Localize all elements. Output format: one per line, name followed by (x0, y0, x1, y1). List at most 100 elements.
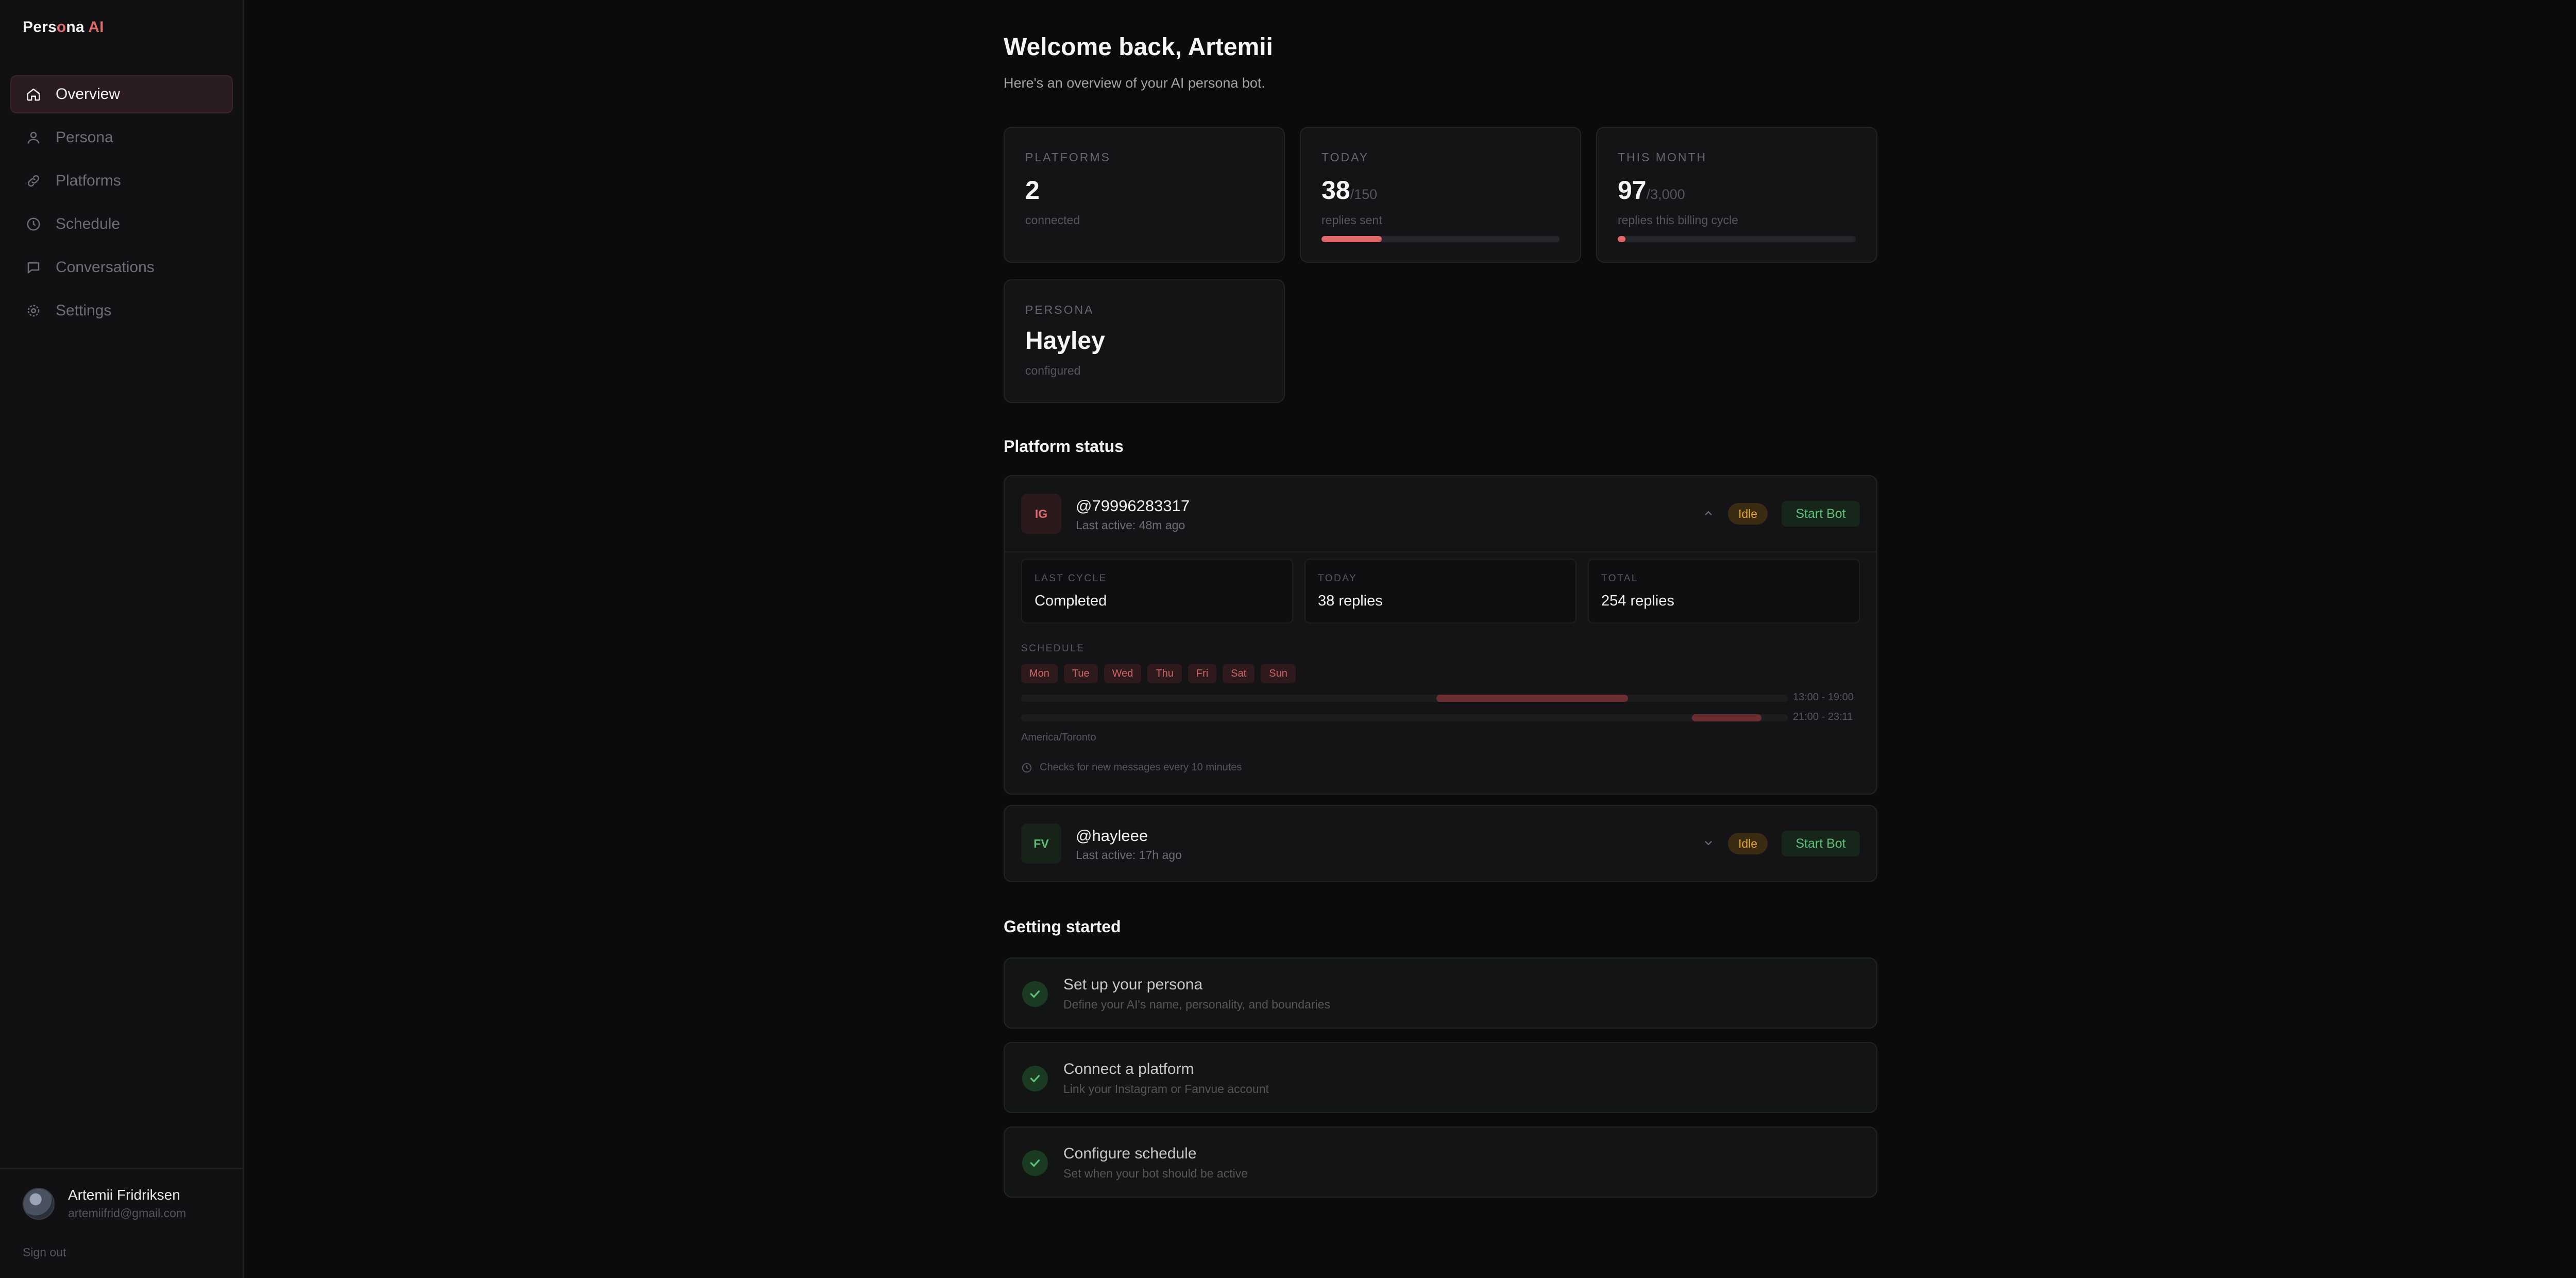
task-title: Configure schedule (1063, 1145, 1197, 1162)
platform-handle: @hayleee (1076, 827, 1148, 845)
platform-header[interactable]: IG @79996283317 Last active: 48m ago Idl… (1005, 476, 1876, 551)
check-icon (1022, 1066, 1048, 1091)
user-name: Artemii Fridriksen (68, 1187, 180, 1203)
page-title: Welcome back, Artemii (1004, 33, 1273, 61)
sidebar-item-schedule[interactable]: Schedule (10, 205, 233, 243)
user-profile: Artemii Fridriksen artemiifrid@gmail.com… (0, 1168, 243, 1278)
schedule-track (1021, 714, 1788, 721)
start-bot-button[interactable]: Start Bot (1782, 831, 1860, 856)
platform-handle: @79996283317 (1076, 497, 1190, 515)
day-chip-sun: Sun (1261, 664, 1296, 683)
sidebar-item-label: Conversations (56, 259, 155, 276)
metric-value: Completed (1035, 593, 1107, 609)
stat-label: PERSONA (1025, 303, 1094, 316)
stat-caption: replies this billing cycle (1618, 213, 1738, 227)
stat-caption: configured (1025, 364, 1081, 377)
sidebar-item-settings[interactable]: Settings (10, 292, 233, 330)
stat-label: THIS MONTH (1618, 150, 1707, 164)
stat-caption: replies sent (1321, 213, 1382, 227)
check-interval-note: Checks for new messages every 10 minutes (1021, 762, 1242, 773)
today-progress-bar (1321, 236, 1560, 242)
home-icon (25, 86, 42, 103)
getting-started-title: Getting started (1004, 917, 1121, 936)
metric-label: LAST CYCLE (1035, 573, 1107, 584)
status-badge: Idle (1728, 833, 1768, 854)
schedule-label: SCHEDULE (1021, 643, 1085, 654)
schedule-days: Mon Tue Wed Thu Fri Sat Sun (1021, 664, 1302, 683)
sidebar-nav: Overview Persona Platforms Schedule Conv… (10, 75, 233, 335)
sign-out-link[interactable]: Sign out (23, 1246, 66, 1259)
task-description: Set when your bot should be active (1063, 1167, 1248, 1180)
user-icon (25, 129, 42, 146)
stat-value: 2 (1025, 176, 1040, 205)
sidebar-item-overview[interactable]: Overview (10, 75, 233, 113)
metric-value: 254 replies (1601, 593, 1674, 609)
month-progress-bar (1618, 236, 1856, 242)
day-chip-wed: Wed (1104, 664, 1142, 683)
sidebar-item-label: Schedule (56, 215, 121, 232)
user-email: artemiifrid@gmail.com (68, 1206, 187, 1220)
sidebar-item-platforms[interactable]: Platforms (10, 162, 233, 200)
timezone-label: America/Toronto (1021, 732, 1096, 743)
platform-badge: FV (1021, 823, 1061, 864)
check-icon (1022, 981, 1048, 1007)
check-icon (1022, 1150, 1048, 1176)
stat-label: TODAY (1321, 150, 1369, 164)
progress-fill (1618, 236, 1625, 242)
stat-card-today: TODAY 38/150 replies sent (1300, 127, 1581, 263)
task-configure-schedule[interactable]: Configure schedule Set when your bot sho… (1004, 1126, 1877, 1198)
platform-card-fanvue: FV @hayleee Last active: 17h ago Idle St… (1004, 805, 1877, 882)
stat-value: 38/150 (1321, 176, 1378, 205)
task-setup-persona[interactable]: Set up your persona Define your AI's nam… (1004, 957, 1877, 1029)
platform-card-instagram: IG @79996283317 Last active: 48m ago Idl… (1004, 475, 1877, 795)
divider (1005, 551, 1876, 552)
day-chip-mon: Mon (1021, 664, 1058, 683)
status-badge: Idle (1728, 503, 1768, 525)
schedule-range-label: 13:00 - 19:00 (1793, 692, 1854, 703)
sidebar-item-label: Overview (56, 86, 121, 103)
check-interval-text: Checks for new messages every 10 minutes (1040, 762, 1242, 773)
stat-card-month: THIS MONTH 97/3,000 replies this billing… (1596, 127, 1877, 263)
stat-value: Hayley (1025, 327, 1105, 355)
chevron-up-icon[interactable] (1701, 506, 1716, 520)
brand-logo[interactable]: Persona AI (23, 19, 104, 36)
stat-caption: connected (1025, 213, 1080, 227)
page-subtitle: Here's an overview of your AI persona bo… (1004, 75, 1265, 91)
start-bot-button[interactable]: Start Bot (1782, 501, 1860, 527)
day-chip-tue: Tue (1063, 664, 1098, 683)
chat-icon (25, 259, 42, 276)
progress-fill (1321, 236, 1382, 242)
platform-header[interactable]: FV @hayleee Last active: 17h ago Idle St… (1005, 806, 1876, 881)
gear-icon (25, 302, 42, 320)
sidebar: Persona AI Overview Persona Platforms Sc… (0, 0, 244, 1278)
sidebar-item-label: Persona (56, 129, 113, 146)
clock-icon (1021, 762, 1040, 773)
metric-today: TODAY 38 replies (1304, 559, 1577, 624)
clock-icon (25, 215, 42, 233)
sidebar-item-conversations[interactable]: Conversations (10, 248, 233, 287)
day-chip-fri: Fri (1188, 664, 1217, 683)
sidebar-item-label: Settings (56, 302, 112, 319)
stat-card-platforms: PLATFORMS 2 connected (1004, 127, 1285, 263)
platform-status-title: Platform status (1004, 437, 1124, 456)
schedule-track (1021, 695, 1788, 702)
metric-label: TODAY (1318, 573, 1358, 584)
metric-last-cycle: LAST CYCLE Completed (1021, 559, 1293, 624)
stat-card-persona: PERSONA Hayley configured (1004, 279, 1285, 403)
avatar[interactable] (23, 1188, 55, 1220)
task-description: Define your AI's name, personality, and … (1063, 998, 1330, 1011)
metric-total: TOTAL 254 replies (1588, 559, 1860, 624)
task-title: Set up your persona (1063, 976, 1203, 993)
platform-last-active: Last active: 17h ago (1076, 848, 1182, 862)
metric-value: 38 replies (1318, 593, 1383, 609)
task-description: Link your Instagram or Fanvue account (1063, 1082, 1269, 1096)
platform-last-active: Last active: 48m ago (1076, 518, 1185, 532)
day-chip-sat: Sat (1223, 664, 1255, 683)
schedule-window (1692, 714, 1762, 721)
stat-label: PLATFORMS (1025, 150, 1111, 164)
sidebar-item-persona[interactable]: Persona (10, 119, 233, 157)
task-connect-platform[interactable]: Connect a platform Link your Instagram o… (1004, 1042, 1877, 1113)
schedule-window (1436, 695, 1628, 702)
schedule-range-label: 21:00 - 23:11 (1793, 711, 1853, 722)
chevron-down-icon[interactable] (1701, 836, 1716, 850)
